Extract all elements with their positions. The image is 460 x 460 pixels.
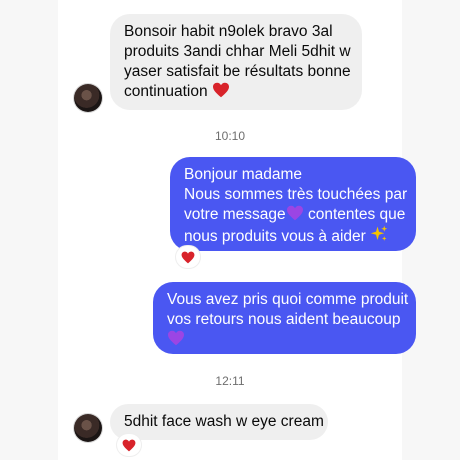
reaction-badge[interactable]: [117, 434, 141, 456]
message-line-with-emoji: votre message contentes que: [184, 205, 406, 225]
red-heart-icon: [181, 251, 195, 263]
message-bubble-outgoing[interactable]: Bonjour madame Nous sommes très touchées…: [170, 157, 416, 251]
red-heart-icon: [212, 82, 229, 98]
message-line: yaser satisfait be résultats bonne: [124, 63, 351, 80]
purple-heart-icon: [286, 205, 303, 221]
timestamp: 10:10: [214, 129, 246, 143]
message-line-with-emoji: nous produits vous à aider: [184, 225, 402, 247]
background-left-strip: [0, 0, 58, 460]
message-line: contentes que: [307, 206, 406, 223]
sparkles-icon: [370, 225, 388, 241]
message-bubble-incoming[interactable]: Bonsoir habit n9olek bravo 3al produits …: [110, 14, 362, 110]
message-line: Nous sommes très touchées par: [184, 186, 408, 203]
message-line: continuation: [124, 83, 208, 100]
message-line-with-emoji: continuation: [124, 82, 348, 102]
message-line: produits 3andi chhar Meli 5dhit w: [124, 43, 351, 60]
timestamp: 12:11: [215, 374, 245, 388]
message-bubble-outgoing[interactable]: Vous avez pris quoi comme produit vos re…: [153, 282, 416, 354]
message-line: Vous avez pris quoi comme produit: [167, 291, 409, 308]
message-bubble-incoming[interactable]: 5dhit face wash w eye cream: [110, 404, 328, 440]
contact-avatar[interactable]: [74, 414, 102, 442]
red-heart-icon: [122, 439, 136, 451]
message-line-with-emoji: [167, 330, 402, 350]
message-line: 5dhit face wash w eye cream: [124, 413, 324, 430]
message-line: Bonsoir habit n9olek bravo 3al: [124, 23, 333, 40]
message-line: Bonjour madame: [184, 166, 303, 183]
message-line: vos retours nous aident beaucoup: [167, 311, 401, 328]
purple-heart-icon: [168, 330, 184, 346]
contact-avatar[interactable]: [74, 84, 102, 112]
message-line: votre message: [184, 206, 286, 223]
reaction-badge[interactable]: [176, 246, 200, 268]
message-line: nous produits vous à aider: [184, 228, 366, 245]
